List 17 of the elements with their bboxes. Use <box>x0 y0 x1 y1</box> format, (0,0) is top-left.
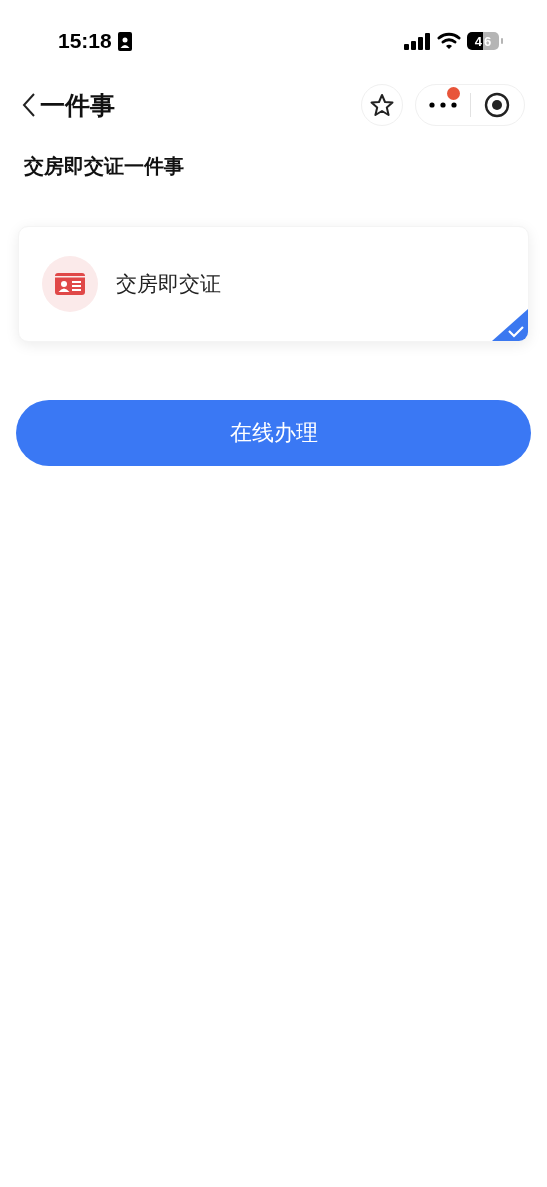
option-label: 交房即交证 <box>116 271 221 298</box>
section-heading: 交房即交证一件事 <box>24 154 184 178</box>
favorite-button[interactable] <box>361 84 403 126</box>
notification-dot <box>446 87 460 100</box>
id-card-icon <box>117 31 132 51</box>
star-icon <box>370 93 394 117</box>
status-time: 15:18 <box>58 29 112 53</box>
option-card[interactable]: 交房即交证 <box>18 226 529 342</box>
more-icon <box>428 102 457 108</box>
wifi-icon <box>437 32 461 50</box>
apply-online-button[interactable]: 在线办理 <box>16 400 531 466</box>
back-button[interactable]: 一件事 <box>22 88 115 122</box>
id-card-icon <box>42 256 98 312</box>
back-icon <box>22 92 36 118</box>
page-title: 一件事 <box>40 89 115 122</box>
signal-icon <box>404 32 431 50</box>
target-icon <box>484 92 511 118</box>
